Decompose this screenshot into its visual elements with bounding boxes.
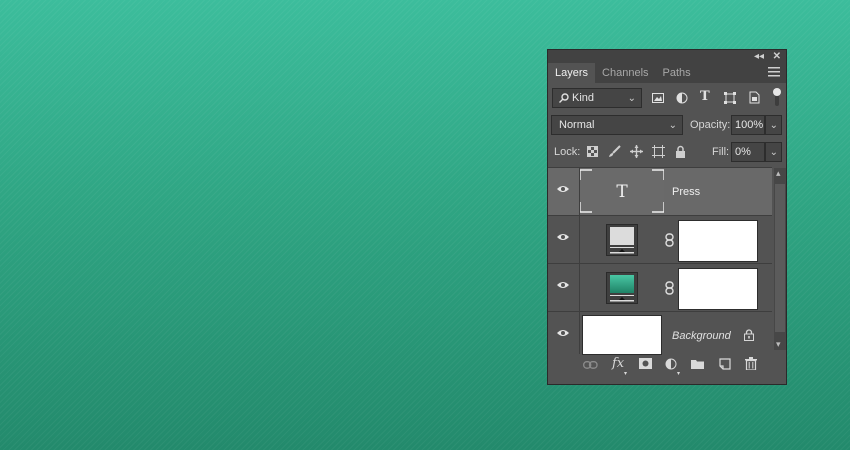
tab-channels[interactable]: Channels: [595, 63, 655, 83]
link-icon[interactable]: [583, 361, 598, 369]
chevron-down-icon: ⌄: [769, 120, 778, 131]
eye-column-divider: [579, 312, 580, 354]
panel-menu-icon[interactable]: [768, 67, 780, 77]
collapse-icon[interactable]: ◂◂: [754, 50, 764, 63]
move-icon[interactable]: [630, 145, 643, 158]
shape-filter-icon[interactable]: [724, 92, 736, 104]
layer-row-adjustment[interactable]: [548, 215, 772, 263]
artboard-lock-icon[interactable]: [652, 145, 665, 158]
layer-row-press[interactable]: T Press: [548, 167, 772, 215]
fx-icon[interactable]: fx: [612, 356, 624, 371]
chevron-down-icon: ⌄: [769, 147, 778, 158]
tab-paths[interactable]: Paths: [656, 63, 698, 83]
blend-mode-select[interactable]: Normal ⌄: [551, 115, 683, 135]
visibility-eye-icon[interactable]: [556, 232, 570, 242]
tab-layers[interactable]: Layers: [548, 63, 596, 83]
svg-text:T: T: [616, 182, 628, 202]
panel-footer: fx ▾ ▾: [548, 354, 786, 384]
fx-menu-icon: ▾: [624, 371, 628, 377]
mask-icon[interactable]: [639, 358, 652, 369]
scroll-down-icon[interactable]: ▾: [776, 339, 781, 350]
brush-icon[interactable]: [608, 145, 621, 158]
fill-label: Fill:: [712, 146, 730, 158]
adjustment-icon[interactable]: [665, 358, 677, 370]
lock-label: Lock:: [554, 146, 581, 158]
search-icon: [559, 93, 569, 103]
eye-column-divider: [579, 216, 580, 263]
filter-toggle[interactable]: [773, 88, 781, 108]
adjustment-menu-icon: ▾: [677, 371, 681, 377]
type-filter-icon[interactable]: T: [700, 89, 710, 104]
layer-name[interactable]: Background: [672, 330, 731, 342]
panel-titlebar: ◂◂ ✕: [548, 50, 786, 63]
chevron-down-icon: ⌄: [627, 93, 636, 104]
adjustment-layer-thumbnail[interactable]: [606, 224, 638, 256]
new-layer-icon[interactable]: [719, 358, 731, 370]
layer-name[interactable]: Press: [672, 186, 700, 198]
chain-link-icon[interactable]: [665, 281, 674, 295]
layer-mask-thumbnail[interactable]: [678, 220, 758, 262]
scrollbar-thumb[interactable]: [775, 184, 785, 332]
opacity-input[interactable]: 100%: [731, 115, 765, 135]
visibility-eye-icon[interactable]: [556, 280, 570, 290]
adjustment-filter-icon[interactable]: [676, 92, 688, 104]
pixel-filter-icon[interactable]: [652, 92, 664, 104]
opacity-label: Opacity:: [690, 119, 731, 131]
eye-column-divider: [579, 264, 580, 311]
text-layer-thumbnail[interactable]: T: [580, 168, 664, 214]
fill-dropdown[interactable]: ⌄: [765, 142, 782, 162]
visibility-eye-icon[interactable]: [556, 328, 570, 338]
gradient-fill-thumbnail[interactable]: [606, 272, 638, 304]
smart-object-filter-icon[interactable]: [748, 91, 760, 104]
visibility-eye-icon[interactable]: [556, 184, 570, 194]
chain-link-icon[interactable]: [665, 233, 674, 247]
lock-icon: [744, 329, 754, 341]
fill-input[interactable]: 0%: [731, 142, 765, 162]
close-icon[interactable]: ✕: [773, 50, 781, 63]
layers-panel: ◂◂ ✕ Layers Channels Paths Kind ⌄ T Norm…: [547, 49, 787, 385]
filter-kind-select[interactable]: Kind ⌄: [552, 88, 642, 108]
lock-transparent-icon[interactable]: [587, 146, 598, 157]
layer-mask-thumbnail[interactable]: [678, 268, 758, 310]
layer-row-background[interactable]: Background: [548, 311, 772, 355]
trash-icon[interactable]: [745, 357, 757, 370]
background-thumbnail[interactable]: [582, 315, 662, 355]
lock-all-icon[interactable]: [675, 145, 686, 158]
folder-icon[interactable]: [691, 359, 704, 369]
filter-kind-label: Kind: [572, 92, 595, 104]
layer-row-gradient-fill[interactable]: [548, 263, 772, 311]
layers-scrollbar[interactable]: ▴ ▾: [774, 168, 786, 350]
scroll-up-icon[interactable]: ▴: [776, 168, 781, 179]
panel-tabs: Layers Channels Paths: [548, 63, 786, 83]
opacity-dropdown[interactable]: ⌄: [765, 115, 782, 135]
blend-mode-value: Normal: [559, 119, 595, 131]
chevron-down-icon: ⌄: [668, 120, 677, 131]
